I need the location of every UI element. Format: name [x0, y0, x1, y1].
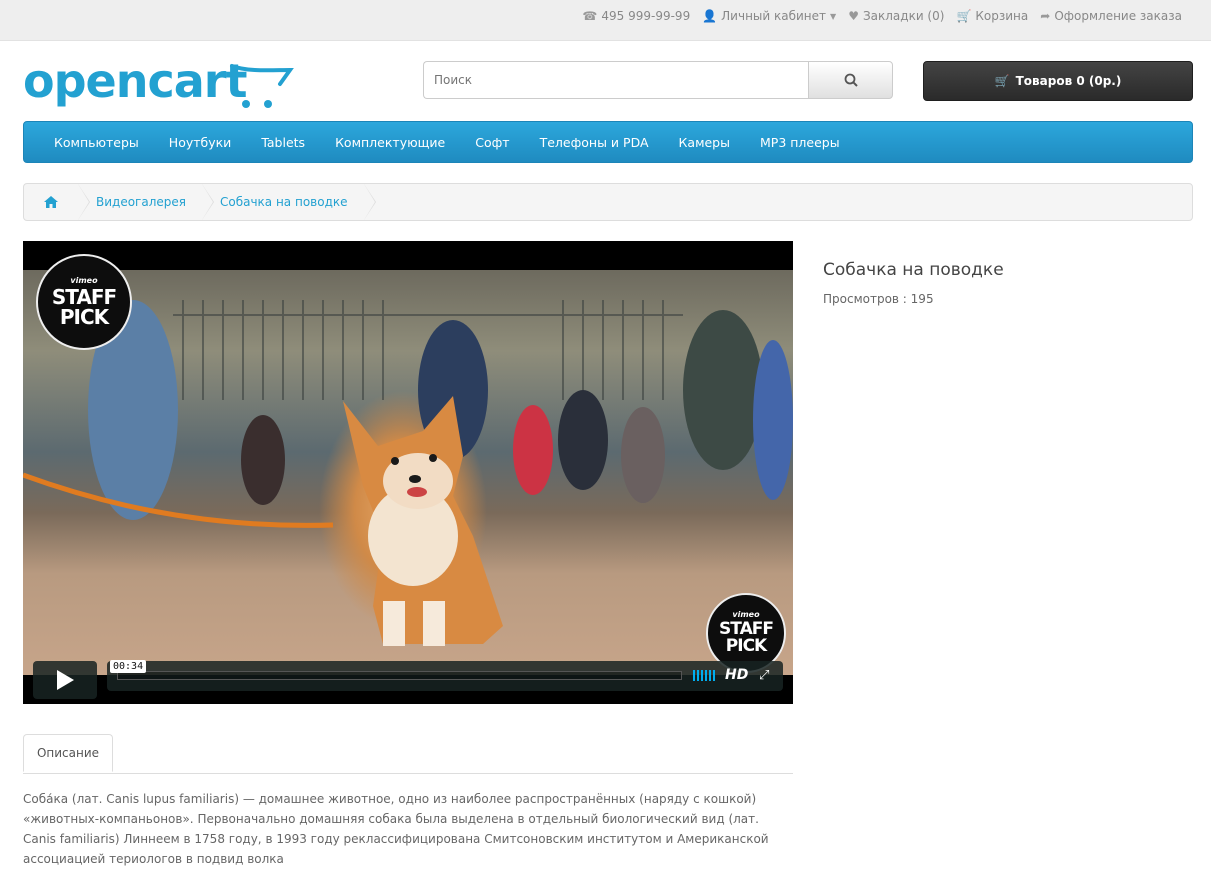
progress-track[interactable]: 00:34: [110, 660, 682, 680]
share-icon: ➦: [1040, 9, 1051, 23]
caret-down-icon: ▼: [830, 11, 837, 21]
account-text: Личный кабинет: [721, 9, 827, 23]
heart-icon: ♥: [848, 9, 859, 23]
video-player[interactable]: vimeo STAFF PICK vimeo STAFF PICK 00:34 …: [23, 241, 793, 704]
menu-item-mp3[interactable]: MP3 плееры: [745, 135, 855, 150]
badge-line-2: PICK: [725, 636, 767, 656]
page-title: Собачка на поводке: [823, 260, 1004, 280]
menu-item-computers[interactable]: Компьютеры: [39, 135, 154, 150]
tabs: Описание: [23, 734, 793, 774]
home-icon: [44, 196, 58, 208]
tab-description[interactable]: Описание: [23, 734, 113, 772]
time-display: 00:34: [110, 660, 147, 673]
phone-icon: ☎: [582, 9, 598, 23]
user-icon: 👤: [702, 9, 718, 23]
breadcrumb: Видеогалерея Собачка на поводке: [23, 183, 1193, 221]
hd-button[interactable]: HD: [725, 667, 748, 683]
menu-item-software[interactable]: Софт: [460, 135, 524, 150]
fullscreen-icon[interactable]: ⤢: [759, 668, 769, 683]
logo[interactable]: opencart: [23, 54, 294, 114]
phone-link[interactable]: ☎ 495 999-99-99: [582, 9, 690, 23]
menu-item-tablets[interactable]: Tablets: [246, 135, 320, 150]
play-icon: [57, 670, 74, 690]
wishlist-link[interactable]: ♥ Закладки (0): [848, 9, 944, 23]
menu-item-components[interactable]: Комплектующие: [320, 135, 460, 150]
dog-image: [343, 396, 503, 646]
cart-button[interactable]: 🛒 Товаров 0 (0р.): [923, 61, 1193, 101]
badge-line-1: STAFF: [51, 285, 117, 309]
shopping-cart-icon: 🛒: [956, 9, 972, 23]
cart-link[interactable]: 🛒 Корзина: [956, 9, 1028, 23]
play-button[interactable]: [33, 661, 97, 699]
breadcrumb-label: Собачка на поводке: [219, 195, 348, 209]
volume-control[interactable]: [693, 670, 715, 681]
main-menu: Компьютеры Ноутбуки Tablets Комплектующи…: [23, 121, 1193, 163]
menu-item-phones[interactable]: Телефоны и PDA: [525, 135, 664, 150]
search-icon: [844, 73, 858, 87]
breadcrumb-item[interactable]: Видеогалерея: [78, 184, 214, 220]
cart-button-label: Товаров 0 (0р.): [1015, 74, 1122, 88]
account-dropdown[interactable]: 👤 Личный кабинет ▼: [702, 9, 836, 23]
badge-line-2: PICK: [59, 305, 109, 329]
search-button[interactable]: [808, 61, 893, 99]
top-links: ☎ 495 999-99-99 👤 Личный кабинет ▼ ♥ Зак…: [582, 9, 1182, 23]
badge-vimeo: vimeo: [70, 276, 98, 285]
badge-vimeo: vimeo: [732, 610, 760, 619]
cart-text: Корзина: [975, 9, 1029, 23]
progress-bar-container: 00:34 HD ⤢: [107, 660, 783, 691]
breadcrumb-home[interactable]: [24, 184, 90, 220]
checkout-text: Оформление заказа: [1054, 9, 1182, 23]
video-controls: 00:34 HD ⤢: [33, 660, 783, 699]
menu-item-laptops[interactable]: Ноутбуки: [154, 135, 247, 150]
breadcrumb-item[interactable]: Собачка на поводке: [202, 184, 376, 220]
logo-text: opencart: [23, 54, 247, 108]
staff-pick-badge: vimeo STAFF PICK: [36, 254, 132, 350]
menu-item-cameras[interactable]: Камеры: [664, 135, 745, 150]
checkout-link[interactable]: ➦ Оформление заказа: [1040, 9, 1182, 23]
phone-text: 495 999-99-99: [601, 9, 691, 23]
description-text: Соба́ка (лат. Canis lupus familiaris) — …: [23, 792, 769, 866]
search-input[interactable]: [423, 61, 808, 99]
breadcrumb-label: Видеогалерея: [96, 195, 186, 209]
top-bar: ☎ 495 999-99-99 👤 Личный кабинет ▼ ♥ Зак…: [0, 0, 1211, 41]
search-bar: [423, 61, 893, 101]
logo-cart-icon: [230, 64, 294, 108]
view-count: Просмотров : 195: [823, 292, 934, 306]
shopping-cart-icon: 🛒: [994, 74, 1010, 88]
wishlist-text: Закладки (0): [862, 9, 945, 23]
